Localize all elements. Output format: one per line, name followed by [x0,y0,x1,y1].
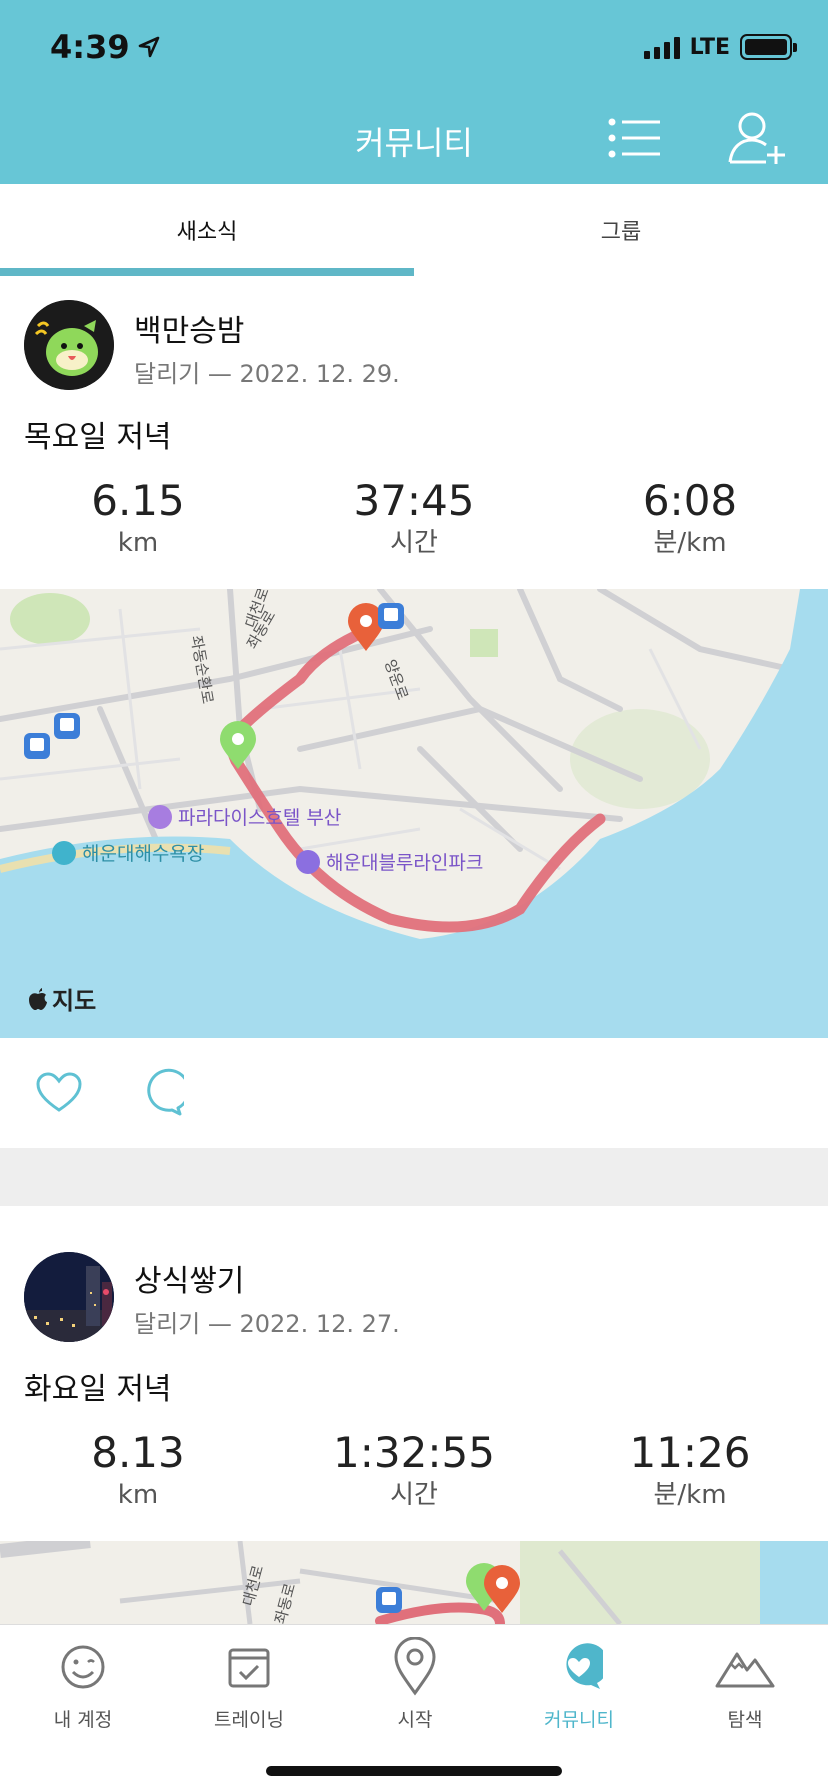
nav-training[interactable]: 트레이닝 [166,1637,332,1747]
stat-duration: 37:45 시간 [276,476,552,560]
stat-unit: 분/km [653,1480,727,1510]
stat-distance: 8.13 km [0,1428,276,1512]
bus-stop-icon [24,733,50,759]
nav-label: 탐색 [727,1709,763,1731]
map-label-park: 해운대블루라인파크 [296,848,483,875]
nav-label: 커뮤니티 [544,1709,614,1731]
apple-logo-icon [29,987,47,1010]
stat-value: 6:08 [642,476,738,525]
community-heart-bubble-icon [566,1643,603,1689]
end-pin-icon [484,1565,520,1613]
tab-news[interactable]: 새소식 [0,184,414,276]
like-button[interactable] [34,1068,84,1118]
signal-icon [643,35,680,59]
stat-value: 6.15 [91,476,185,525]
status-indicators: LTE [643,34,797,60]
map-label-text: 해운대해수욕장 [82,843,205,865]
start-pin-icon [220,721,256,769]
nav-label: 트레이닝 [214,1709,284,1731]
nav-label: 내 계정 [53,1709,113,1731]
calendar-check-icon [228,1648,270,1688]
stat-unit: 시간 [390,1480,438,1510]
nav-explore[interactable]: 탐색 [662,1637,828,1747]
home-indicator [266,1766,562,1776]
run-stats: 8.13 km 1:32:55 시간 11:26 분/km [0,1428,828,1512]
hotel-icon [148,804,172,829]
stat-value: 8.13 [91,1428,185,1477]
stat-value: 1:32:55 [333,1428,495,1477]
avatar[interactable] [24,1252,114,1342]
stat-value: 37:45 [353,476,475,525]
smiley-icon [61,1645,105,1689]
nav-start[interactable]: 시작 [332,1637,498,1747]
post-title: 목요일 저녁 [24,420,172,455]
heart-icon [36,1072,82,1112]
avatar[interactable] [24,300,114,390]
stat-pace: 11:26 분/km [552,1428,828,1512]
post-separator [0,1148,828,1206]
post-actions [0,1038,828,1148]
comment-bubble-icon [147,1068,191,1116]
network-label: LTE [689,34,730,60]
stat-unit: 분/km [653,528,727,558]
stat-value: 11:26 [629,1428,751,1477]
map-credit-label: 지도 [52,987,97,1015]
map-base [0,1541,828,1624]
post-username[interactable]: 상식쌓기 [134,1256,244,1300]
route-map[interactable]: 파라다이스호텔 부산 해운대해수욕장 해운대블루라인파크 좌동순환로 좌동로 대… [0,589,828,1038]
stat-unit: km [117,528,159,558]
status-time: 4:39 [50,28,130,66]
post-username[interactable]: 백만승밤 [134,306,244,350]
list-icon [608,118,660,158]
stat-duration: 1:32:55 시간 [276,1428,552,1512]
map-label-text: 파라다이스호텔 부산 [178,807,342,829]
nav-community[interactable]: 커뮤니티 [496,1637,662,1747]
bus-stop-icon [54,713,80,739]
map-base [0,589,828,1038]
location-arrow-icon [138,36,159,58]
tab-news-label: 새소식 [176,220,238,245]
map-label-beach: 해운대해수욕장 [52,839,204,866]
stat-pace: 6:08 분/km [552,476,828,560]
tab-groups-label: 그룹 [600,220,642,245]
add-friend-button[interactable] [728,110,788,166]
tab-groups[interactable]: 그룹 [414,184,828,276]
run-stats: 6.15 km 37:45 시간 6:08 분/km [0,476,828,560]
comment-button[interactable] [134,1068,191,1118]
bus-stop-icon [378,603,404,629]
map-label-text: 해운대블루라인파크 [326,852,484,874]
beach-umbrella-icon [52,840,76,865]
stat-distance: 6.15 km [0,476,276,560]
battery-icon [740,34,797,60]
add-user-icon [728,112,785,164]
status-time-group: 4:39 [50,28,160,66]
star-icon [296,849,320,874]
feed-post: 백만승밤 달리기 — 2022. 12. 29. 목요일 저녁 6.15 km … [0,276,828,1148]
mountain-icon [715,1652,775,1688]
bus-stop-icon [376,1587,402,1613]
stat-unit: km [117,1480,159,1510]
app-header: 4:39 LTE 커뮤니티 [0,0,828,184]
page-title: 커뮤니티 [355,124,473,162]
route-map[interactable]: 대천로 좌동로 [0,1541,828,1624]
map-label-hotel: 파라다이스호텔 부산 [148,803,341,830]
feed-post: 상식쌓기 달리기 — 2022. 12. 27. 화요일 저녁 8.13 km … [0,1206,828,1624]
post-meta: 달리기 — 2022. 12. 29. [134,360,400,388]
nav-label: 시작 [397,1709,433,1731]
feed-tabs: 새소식 그룹 [0,184,828,276]
stat-unit: 시간 [390,528,438,558]
post-title: 화요일 저녁 [24,1372,172,1407]
nav-my-account[interactable]: 내 계정 [0,1637,166,1747]
map-credit: 지도 [28,981,96,1016]
post-meta: 달리기 — 2022. 12. 27. [134,1310,400,1338]
location-pin-icon [394,1637,436,1696]
list-menu-button[interactable] [608,118,662,158]
